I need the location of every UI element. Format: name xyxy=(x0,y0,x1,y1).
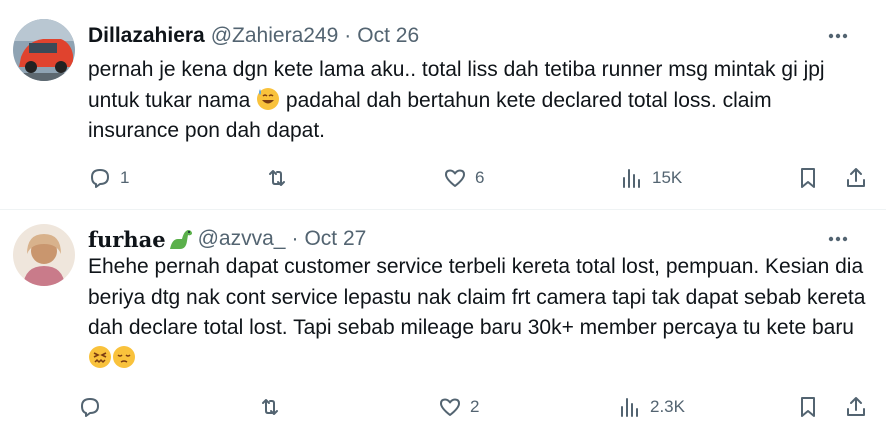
share-icon xyxy=(847,397,865,416)
user-handle[interactable]: @Zahiera249 xyxy=(211,24,339,48)
confounded-emoji xyxy=(88,345,112,369)
like-button[interactable]: 6 xyxy=(443,163,484,193)
more-options-icon[interactable] xyxy=(824,226,852,252)
dinosaur-emoji xyxy=(168,227,192,251)
reply-count: 1 xyxy=(120,168,130,187)
bookmark-icon xyxy=(801,168,815,188)
tweet-date[interactable]: Oct 26 xyxy=(357,24,419,48)
views-bar-icon xyxy=(623,169,640,188)
views-button[interactable]: 15K xyxy=(620,163,682,193)
user-handle[interactable]: @azvva_ xyxy=(198,227,286,251)
tweet-actions: 2 2.3K xyxy=(0,392,886,422)
reply-icon xyxy=(91,169,109,188)
share-button[interactable] xyxy=(844,392,868,422)
separator-dot: · xyxy=(291,227,299,250)
display-name[interactable]: Dillazahiera xyxy=(88,24,205,48)
heart-icon xyxy=(440,398,460,416)
reply-button[interactable]: 1 xyxy=(88,163,129,193)
tweet-text: Ehehe pernah dapat customer service terb… xyxy=(88,252,866,374)
reply-icon xyxy=(81,398,99,417)
share-button[interactable] xyxy=(844,163,868,193)
avatar[interactable] xyxy=(13,19,75,81)
display-name[interactable]: furhae xyxy=(88,227,166,252)
bookmark-button[interactable] xyxy=(796,392,820,422)
repost-icon xyxy=(262,399,278,415)
share-icon xyxy=(847,168,865,187)
tweet-1[interactable]: Dillazahiera @Zahiera249 · Oct 26 pernah… xyxy=(0,0,886,210)
pensive-emoji xyxy=(112,345,136,369)
tweet-text: pernah je kena dgn kete lama aku.. total… xyxy=(88,58,825,142)
avatar[interactable] xyxy=(13,224,75,286)
repost-button[interactable] xyxy=(258,392,290,422)
tweet-2[interactable]: furhae @azvva_ · Oct 27 Ehehe pernah dap… xyxy=(0,210,886,439)
bookmark-button[interactable] xyxy=(796,163,820,193)
sweat-smile-emoji xyxy=(256,87,280,111)
repost-icon xyxy=(269,170,285,186)
view-count: 15K xyxy=(652,168,683,187)
heart-icon xyxy=(445,169,465,187)
tweet-actions: 1 6 15K xyxy=(0,163,886,193)
tweet-date[interactable]: Oct 27 xyxy=(304,227,366,251)
more-options-icon[interactable] xyxy=(824,23,852,49)
like-count: 6 xyxy=(475,168,485,187)
repost-button[interactable] xyxy=(265,163,297,193)
reply-button[interactable] xyxy=(78,392,110,422)
view-count: 2.3K xyxy=(650,397,685,416)
separator-dot: · xyxy=(344,24,352,47)
like-count: 2 xyxy=(470,397,480,416)
views-button[interactable]: 2.3K xyxy=(618,392,685,422)
like-button[interactable]: 2 xyxy=(438,392,479,422)
bookmark-icon xyxy=(801,397,815,417)
views-bar-icon xyxy=(621,398,638,417)
